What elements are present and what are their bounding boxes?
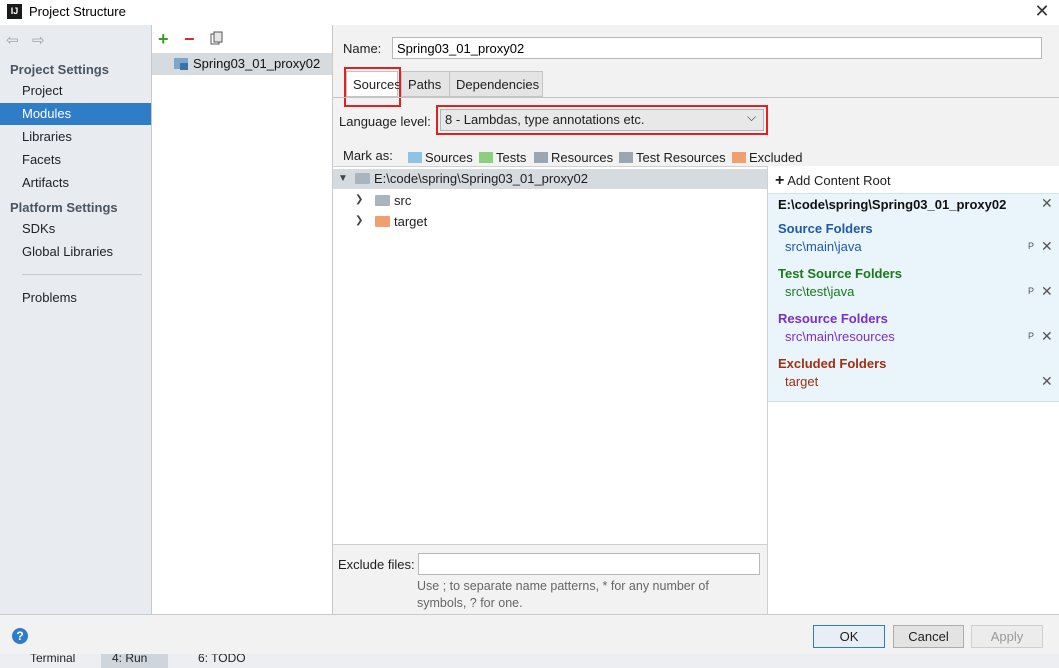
content-root-block: E:\code\spring\Spring03_01_proxy02 ✕ Sou… — [768, 193, 1059, 402]
apply-button[interactable]: Apply — [971, 625, 1043, 648]
remove-folder-icon[interactable]: ✕ — [1041, 373, 1053, 390]
mark-sources-button[interactable]: Sources — [408, 150, 473, 165]
source-folders-header: Source Folders — [778, 221, 873, 236]
dialog-footer: ? OK Cancel Apply — [0, 614, 1059, 655]
project-settings-header: Project Settings — [10, 62, 109, 77]
excluded-folder-icon — [375, 216, 390, 227]
copy-icon[interactable] — [210, 31, 224, 45]
tree-item-src[interactable]: ❯ src — [333, 190, 767, 210]
resource-folders-header: Resource Folders — [778, 311, 888, 326]
resources-folder-icon — [534, 152, 548, 163]
window-title: Project Structure — [29, 4, 126, 19]
excluded-folders-header: Excluded Folders — [778, 356, 887, 371]
module-item-spring03[interactable]: Spring03_01_proxy02 — [152, 53, 332, 75]
module-badge-icon — [180, 63, 188, 70]
nav-item-facets[interactable]: Facets — [0, 149, 151, 171]
close-icon[interactable]: ✕ — [1031, 0, 1053, 22]
help-icon[interactable]: ? — [12, 628, 28, 644]
module-settings-panel: Name: Sources Paths Dependencies Languag… — [333, 25, 1059, 615]
add-content-root-button[interactable]: + Add Content Root — [775, 172, 891, 190]
language-level-label: Language level: — [339, 114, 431, 129]
source-folder-path: src\main\java — [785, 239, 862, 254]
nav-item-libraries[interactable]: Libraries — [0, 126, 151, 148]
expand-down-icon[interactable]: ▼ — [338, 173, 348, 184]
remove-folder-icon[interactable]: ✕ — [1041, 238, 1053, 255]
tree-root-row[interactable]: ▼ E:\code\spring\Spring03_01_proxy02 — [333, 169, 767, 189]
content-root-path: E:\code\spring\Spring03_01_proxy02 — [778, 197, 1007, 212]
mark-resources-button[interactable]: Resources — [534, 150, 613, 165]
add-content-root-label: Add Content Root — [787, 173, 891, 188]
mark-as-label: Mark as: — [343, 148, 393, 163]
tab-dependencies[interactable]: Dependencies — [449, 71, 543, 97]
tab-sources[interactable]: Sources — [346, 71, 401, 97]
language-level-select[interactable]: 8 - Lambdas, type annotations etc. — [440, 109, 764, 131]
plus-icon: + — [775, 172, 785, 189]
test-resources-folder-icon — [619, 152, 633, 163]
title-bar: IJ Project Structure ✕ — [0, 0, 1059, 25]
properties-icon[interactable]: P — [1028, 286, 1034, 296]
remove-root-icon[interactable]: ✕ — [1041, 195, 1053, 212]
remove-folder-icon[interactable]: ✕ — [1041, 283, 1053, 300]
exclude-files-label: Exclude files: — [338, 557, 415, 572]
add-icon[interactable]: + — [158, 30, 169, 48]
nav-item-problems[interactable]: Problems — [0, 287, 151, 309]
tool-tab-todo[interactable]: 6: TODO — [198, 654, 246, 665]
arrow-right-icon[interactable]: ⇨ — [32, 31, 45, 49]
remove-icon[interactable]: − — [184, 30, 195, 48]
nav-divider — [22, 274, 142, 275]
expand-right-icon[interactable]: ❯ — [355, 215, 363, 226]
properties-icon[interactable]: P — [1028, 241, 1034, 251]
platform-settings-header: Platform Settings — [10, 200, 118, 215]
tab-paths[interactable]: Paths — [401, 71, 450, 97]
ok-button[interactable]: OK — [813, 625, 885, 648]
nav-item-modules[interactable]: Modules — [0, 103, 151, 125]
chevron-down-icon[interactable]: ⌵ — [747, 110, 756, 125]
tests-folder-icon — [479, 152, 493, 163]
remove-folder-icon[interactable]: ✕ — [1041, 328, 1053, 345]
excluded-folder-path: target — [785, 374, 819, 389]
resource-folder-path: src\main\resources — [785, 329, 895, 344]
test-source-folder-path: src\test\java — [785, 284, 855, 299]
settings-nav: ⇦ ⇨ Project Settings Project Modules Lib… — [0, 25, 152, 614]
module-label: Spring03_01_proxy02 — [193, 56, 321, 71]
tree-item-label: target — [394, 214, 428, 229]
tool-tab-run[interactable]: 4: Run — [112, 654, 147, 665]
module-list: + − Spring03_01_proxy02 — [152, 25, 333, 614]
app-icon: IJ — [7, 4, 22, 19]
exclude-files-area: Exclude files: Use ; to separate name pa… — [333, 544, 767, 615]
module-name-input[interactable] — [392, 37, 1042, 59]
mark-label: Resources — [551, 150, 614, 165]
tool-tab-terminal[interactable]: Terminal — [30, 654, 75, 665]
sources-folder-icon — [408, 152, 422, 163]
properties-icon[interactable]: P — [1028, 331, 1034, 341]
nav-item-project[interactable]: Project — [0, 80, 151, 102]
folder-icon — [355, 173, 370, 184]
tab-divider — [333, 97, 1059, 98]
tree-root-label: E:\code\spring\Spring03_01_proxy02 — [374, 171, 588, 186]
nav-item-sdks[interactable]: SDKs — [0, 218, 151, 240]
expand-right-icon[interactable]: ❯ — [355, 194, 363, 205]
name-label: Name: — [343, 41, 382, 56]
mark-excluded-button[interactable]: Excluded — [732, 150, 802, 165]
cancel-button[interactable]: Cancel — [893, 625, 964, 648]
content-roots-panel: + Add Content Root E:\code\spring\Spring… — [767, 166, 1059, 614]
tree-item-label: src — [394, 193, 412, 208]
exclude-files-hint: Use ; to separate name patterns, * for a… — [417, 579, 709, 610]
folder-icon — [375, 195, 390, 206]
exclude-files-input[interactable] — [418, 553, 760, 575]
mark-label: Excluded — [749, 150, 803, 165]
mark-label: Sources — [425, 150, 473, 165]
folder-tree: ▼ E:\code\spring\Spring03_01_proxy02 ❯ s… — [333, 166, 767, 545]
test-source-folders-header: Test Source Folders — [778, 266, 903, 281]
arrow-left-icon[interactable]: ⇦ — [6, 31, 19, 49]
mark-tests-button[interactable]: Tests — [479, 150, 526, 165]
mark-label: Test Resources — [636, 150, 726, 165]
nav-item-artifacts[interactable]: Artifacts — [0, 172, 151, 194]
mark-label: Tests — [496, 150, 527, 165]
nav-item-global-libraries[interactable]: Global Libraries — [0, 241, 151, 263]
mark-test-resources-button[interactable]: Test Resources — [619, 150, 726, 165]
tree-item-target[interactable]: ❯ target — [333, 211, 767, 231]
tool-window-bar: Terminal 4: Run 6: TODO — [0, 654, 1059, 668]
excluded-folder-icon — [732, 152, 746, 163]
